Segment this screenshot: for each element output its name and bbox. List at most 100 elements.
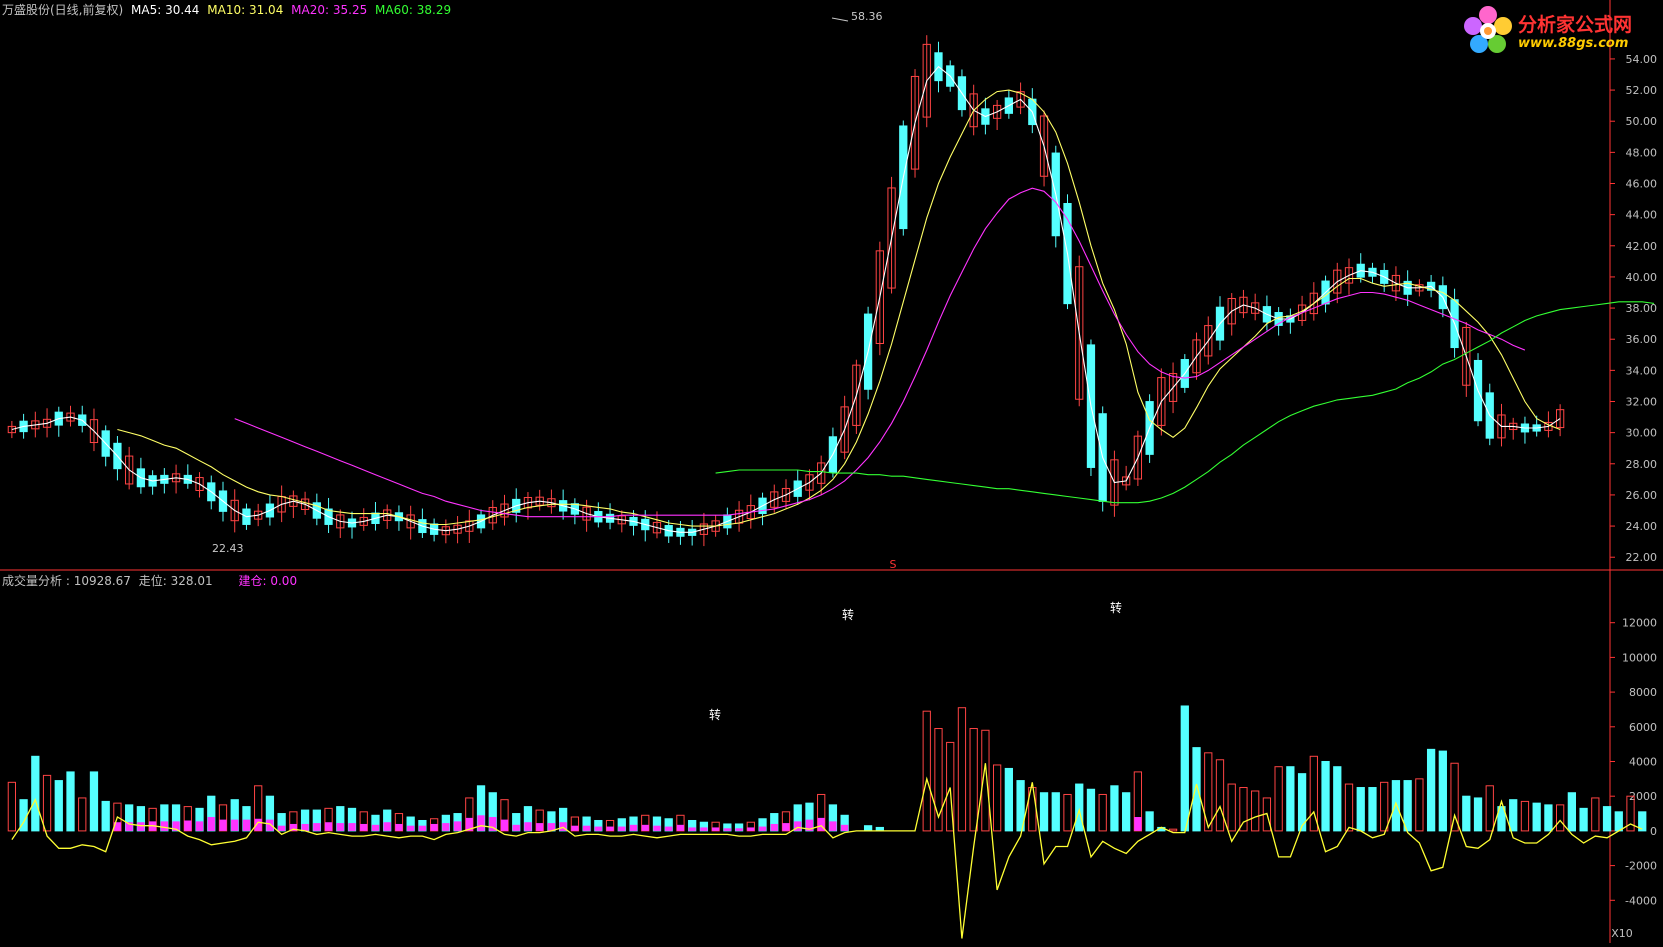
volume-bar xyxy=(969,728,978,832)
ma60-legend-name: MA60 xyxy=(375,3,409,17)
volume-value: 10928.67 xyxy=(73,574,131,588)
volume-bar xyxy=(1215,759,1225,832)
volume-bar xyxy=(1602,806,1612,832)
build-bar xyxy=(782,823,790,831)
volume-bar xyxy=(1368,787,1377,832)
volume-bar xyxy=(66,771,75,832)
volume-bar xyxy=(1591,797,1600,832)
turn-marker: 转 xyxy=(842,607,854,622)
build-bar xyxy=(207,817,215,831)
build-bar xyxy=(688,827,696,831)
build-bar xyxy=(629,824,638,831)
ma10-legend: MA10: 31.04 xyxy=(207,3,284,17)
price-tick-label: 44.00 xyxy=(1626,209,1658,222)
volume-tick-label: -4000 xyxy=(1625,894,1657,907)
volume-bar xyxy=(922,710,931,832)
price-tick-label: 22.00 xyxy=(1626,551,1658,564)
price-tick-label: 24.00 xyxy=(1626,520,1658,533)
build-bar xyxy=(829,821,837,831)
ma5-legend: MA5: 30.44 xyxy=(131,3,200,17)
sell-marker: S xyxy=(890,558,897,571)
volume-bar xyxy=(1555,804,1565,832)
volume-bar xyxy=(863,825,873,832)
volume-bar xyxy=(1391,780,1401,832)
volume-tick-label: 10000 xyxy=(1622,651,1657,664)
build-bar xyxy=(278,825,286,831)
build-bar xyxy=(266,819,274,831)
logo-url: www.88gs.com xyxy=(1518,36,1629,51)
build-bar xyxy=(641,824,649,831)
build-bar xyxy=(395,823,403,831)
volume-bar xyxy=(1438,750,1447,832)
volume-bar xyxy=(1239,787,1248,832)
price-tick-label: 30.00 xyxy=(1626,427,1658,440)
volume-bar xyxy=(54,780,63,832)
volume-bar xyxy=(1356,787,1365,832)
volume-bar xyxy=(1403,780,1412,832)
volume-axis: -4000 -2000 0 2000 4000 6000 8000 10000 12000 xyxy=(1610,617,1657,907)
build-bar xyxy=(195,821,204,831)
volume-bar xyxy=(992,764,1002,832)
volume-bar xyxy=(1579,807,1588,832)
build-bar xyxy=(477,815,485,831)
turn-marker: 转 xyxy=(1110,600,1122,615)
volume-bar xyxy=(1063,793,1072,832)
build-bar xyxy=(231,819,239,831)
ma20-legend-value: 35.25 xyxy=(332,3,368,17)
volume-tick-label: 4000 xyxy=(1629,756,1657,769)
low-price-label: 22.43 xyxy=(212,542,244,555)
volume-bar xyxy=(1415,778,1424,832)
volume-bar xyxy=(1110,785,1119,832)
stock-title: 万盛股份(日线,前复权) xyxy=(2,3,124,17)
ma60-legend-value: 38.29 xyxy=(416,3,452,17)
volume-bar xyxy=(42,774,52,832)
volume-bar xyxy=(1544,804,1553,832)
volume-bar xyxy=(1098,793,1107,832)
volume-bar xyxy=(1051,792,1060,832)
build-bar xyxy=(512,824,520,831)
flower-icon xyxy=(1464,6,1512,53)
price-tick-label: 34.00 xyxy=(1626,364,1658,377)
build-bar xyxy=(676,824,685,831)
build-label: 建仓 xyxy=(238,574,263,588)
volume-bar xyxy=(1251,790,1260,832)
volume-tick-label: 12000 xyxy=(1622,617,1657,630)
volume-header: 成交量分析 : 10928.67 走位: 328.01 建仓: 0.00 xyxy=(2,574,298,588)
site-logo[interactable]: 分析家公式网 www.88gs.com xyxy=(1462,4,1658,56)
build-bar xyxy=(336,823,344,831)
volume-bar xyxy=(1274,766,1283,832)
price-tick-label: 40.00 xyxy=(1626,271,1658,284)
price-axis: 22.00 24.00 26.00 28.00 30.00 32.00 34.00 36.00… xyxy=(1610,53,1657,564)
build-bar xyxy=(371,824,380,831)
volume-bar xyxy=(1333,766,1342,832)
walk-value: 328.01 xyxy=(170,574,213,588)
ma5-legend-value: 30.44 xyxy=(165,3,200,17)
ma-line-ma10 xyxy=(117,89,1561,527)
build-bar xyxy=(665,826,673,831)
volume-bars xyxy=(7,705,1647,832)
volume-title: 成交量分析 xyxy=(2,574,63,588)
volume-bar xyxy=(1509,799,1518,832)
build-bar xyxy=(571,825,579,831)
volume-bar xyxy=(1614,811,1623,832)
walk-label: 走位 xyxy=(138,574,163,588)
price-tick-label: 50.00 xyxy=(1626,115,1658,128)
volume-bar xyxy=(1086,788,1096,832)
ma60-legend: MA60: 38.29 xyxy=(375,3,452,17)
build-bar xyxy=(747,827,755,831)
build-bar xyxy=(383,822,391,831)
price-tick-label: 48.00 xyxy=(1626,146,1658,159)
price-tick-label: 26.00 xyxy=(1626,489,1658,502)
volume-bar xyxy=(1004,767,1013,832)
volume-tick-label: 2000 xyxy=(1629,790,1657,803)
volume-bar xyxy=(1520,800,1530,832)
build-bar xyxy=(160,821,168,831)
build-bar xyxy=(700,827,708,831)
build-bar xyxy=(582,825,591,831)
build-bar xyxy=(348,823,356,831)
ma10-legend-value: 31.04 xyxy=(248,3,284,17)
build-bar xyxy=(360,823,368,831)
volume-bar xyxy=(1321,761,1330,832)
chart-svg[interactable]: 22.00 24.00 26.00 28.00 30.00 32.00 34.00 36.00… xyxy=(0,0,1663,943)
build-bar xyxy=(711,827,720,831)
